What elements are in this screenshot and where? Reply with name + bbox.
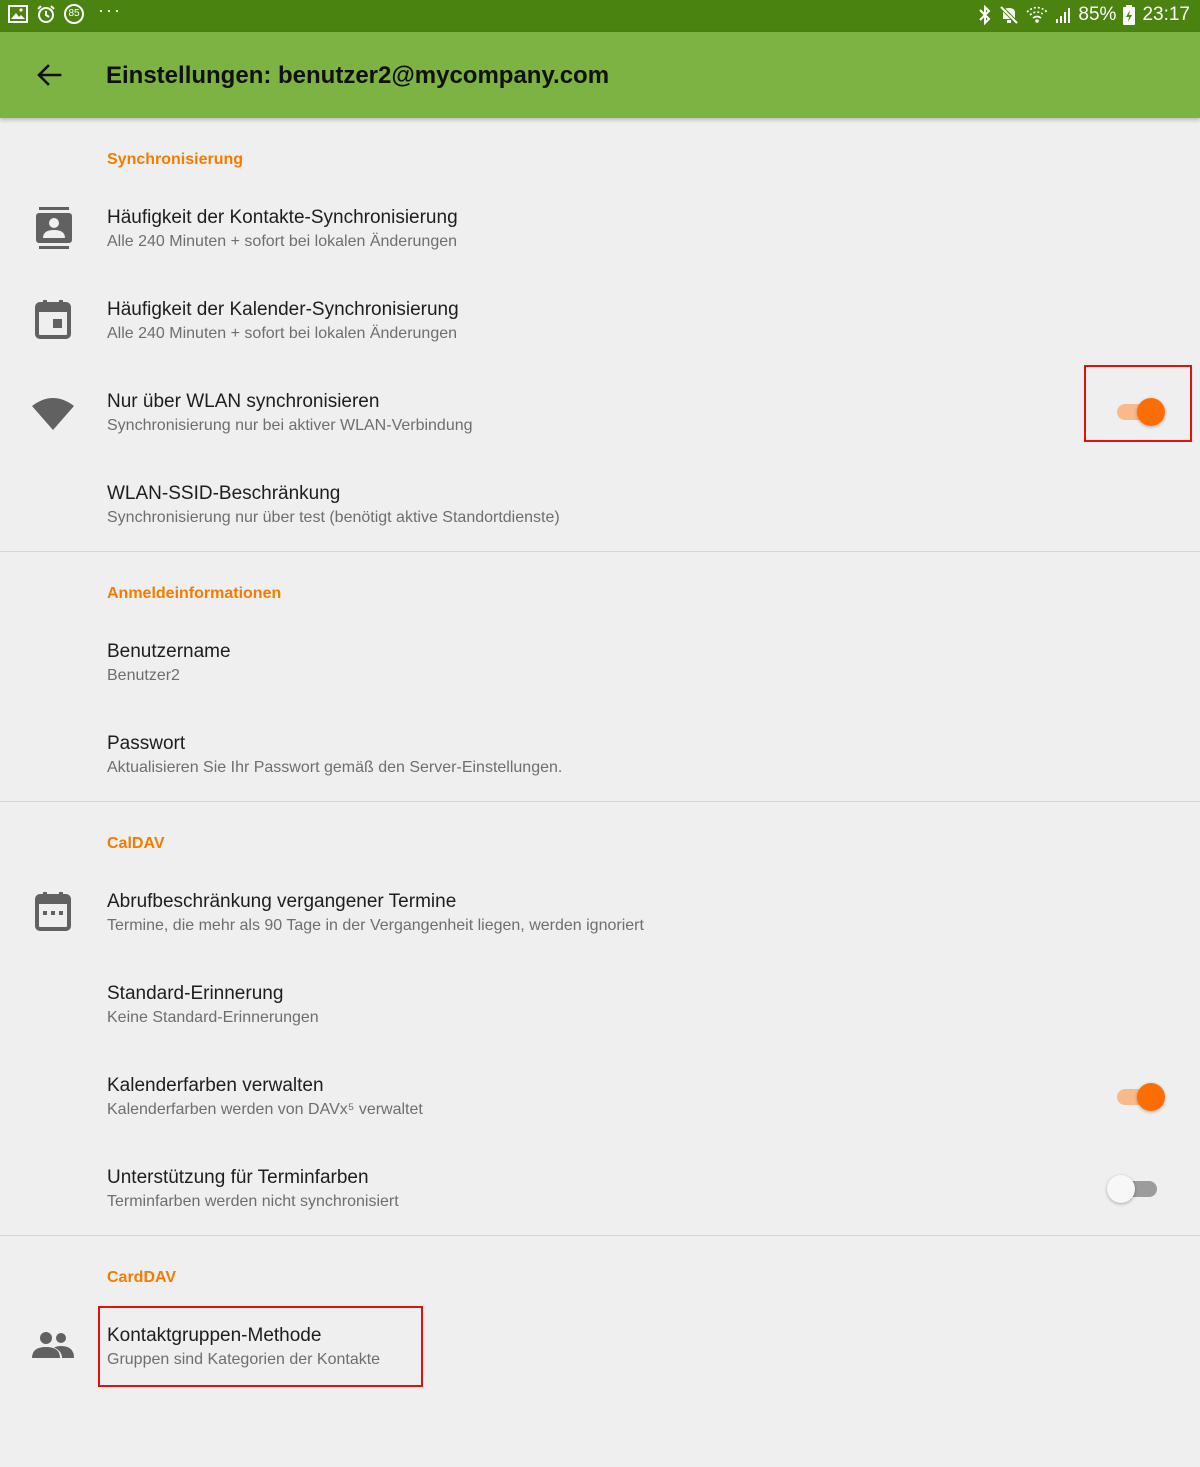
battery-percent: 85% [1078,4,1117,25]
event-colors-toggle[interactable] [1107,1175,1157,1203]
pref-title: Abrufbeschränkung vergangener Termine [107,891,457,912]
pref-wifi-ssid-restriction[interactable]: WLAN-SSID-Beschränkung Synchronisierung … [0,482,1200,574]
status-bar-right: 85% 23:17 [978,4,1190,26]
notification-badge-icon: 85 [64,4,84,24]
alarm-icon [36,4,56,24]
pref-title: WLAN-SSID-Beschränkung [107,483,341,504]
section-divider [0,551,1200,552]
mute-icon [999,5,1019,25]
section-divider [0,801,1200,802]
bluetooth-icon [978,5,992,25]
highlight-box-wifi-toggle [1084,365,1192,442]
app-bar: Einstellungen: benutzer2@mycompany.com [0,32,1200,118]
pref-event-colors[interactable]: Unterstützung für Terminfarben Terminfar… [0,1166,1200,1258]
pref-summary: Termine, die mehr als 90 Tage in der Ver… [107,917,644,934]
pref-summary: Alle 240 Minuten + sofort bei lokalen Än… [107,325,458,342]
pref-title: Standard-Erinnerung [107,983,284,1004]
calendar-colors-toggle[interactable] [1117,1083,1165,1111]
pref-title: Passwort [107,733,186,754]
switch-thumb [1137,1083,1165,1111]
pref-summary: Alle 240 Minuten + sofort bei lokalen Än… [107,233,458,250]
pref-title: Unterstützung für Terminfarben [107,1167,369,1188]
group-icon [30,1324,76,1370]
pref-title: Nur über WLAN synchronisieren [107,391,380,412]
battery-charging-icon [1123,5,1136,25]
wifi-icon [30,392,76,438]
page-title: Einstellungen: benutzer2@mycompany.com [106,62,610,89]
pref-title: Benutzername [107,641,231,662]
pref-title: Häufigkeit der Kalender-Synchronisierung [107,299,459,320]
switch-thumb [1107,1175,1135,1203]
cell-signal-icon [1055,6,1071,24]
section-header-carddav: CardDAV [107,1269,177,1286]
pref-summary: Terminfarben werden nicht synchronisiert [107,1193,399,1210]
highlight-box-contact-group-method [98,1306,423,1387]
pref-past-events-limit[interactable]: Abrufbeschränkung vergangener Termine Te… [0,890,1200,982]
pref-contacts-sync-interval[interactable]: Häufigkeit der Kontakte-Synchronisierung… [0,206,1200,298]
pref-wifi-only-sync[interactable]: Nur über WLAN synchronisieren Synchronis… [0,390,1200,482]
section-divider [0,1235,1200,1236]
clock: 23:17 [1142,4,1190,25]
section-header-credentials: Anmeldeinformationen [107,585,282,602]
status-bar-left: 85 ··· [8,0,122,24]
wifi-signal-icon [1026,6,1048,24]
section-header-caldav: CalDAV [107,835,165,852]
pref-title: Häufigkeit der Kontakte-Synchronisierung [107,207,458,228]
pref-summary: Benutzer2 [107,667,180,684]
pref-username[interactable]: Benutzername Benutzer2 [0,640,1200,732]
back-arrow-icon[interactable] [36,62,62,88]
gallery-notification-icon [8,5,28,23]
pref-summary: Kalenderfarben werden von DAVx⁵ verwalte… [107,1101,423,1118]
pref-summary: Aktualisieren Sie Ihr Passwort gemäß den… [107,759,563,776]
contacts-icon [30,206,76,252]
pref-calendar-sync-interval[interactable]: Häufigkeit der Kalender-Synchronisierung… [0,298,1200,390]
pref-password[interactable]: Passwort Aktualisieren Sie Ihr Passwort … [0,732,1200,824]
pref-title: Kalenderfarben verwalten [107,1075,324,1096]
calendar-icon [30,890,76,936]
more-notifications-indicator: ··· [98,0,122,20]
pref-manage-calendar-colors[interactable]: Kalenderfarben verwalten Kalenderfarben … [0,1074,1200,1166]
pref-summary: Keine Standard-Erinnerungen [107,1009,319,1026]
pref-summary: Synchronisierung nur über test (benötigt… [107,509,560,526]
status-bar: 85 ··· 85% 23:17 [0,0,1200,32]
calendar-event-icon [30,298,76,344]
pref-summary: Synchronisierung nur bei aktiver WLAN-Ve… [107,417,473,434]
section-header-sync: Synchronisierung [107,151,244,168]
pref-default-reminder[interactable]: Standard-Erinnerung Keine Standard-Erinn… [0,982,1200,1074]
